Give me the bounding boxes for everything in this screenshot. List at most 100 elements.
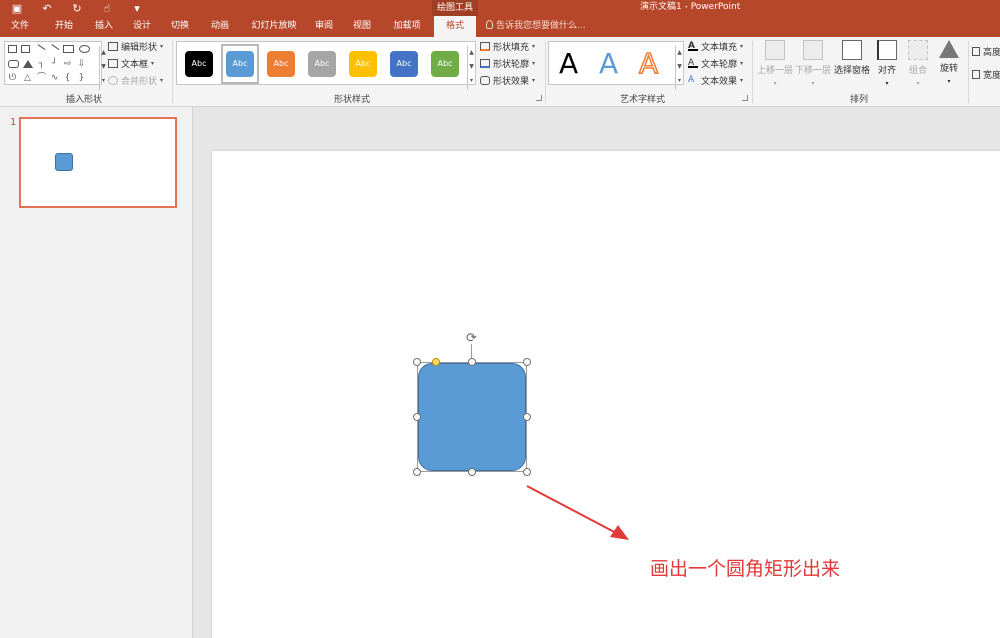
vertical-text-shape-icon[interactable] xyxy=(21,45,30,53)
height-field[interactable]: 高度 xyxy=(972,45,1000,58)
send-backward-button[interactable]: 下移一层 ▾ xyxy=(794,40,832,87)
undo-icon[interactable]: ↶ xyxy=(40,2,54,15)
style-swatch-black[interactable]: Abc xyxy=(185,51,213,77)
triangle-outline-shape-icon[interactable]: △ xyxy=(23,74,32,83)
shape-outline-button[interactable]: 形状轮廓 ▾ xyxy=(480,57,535,70)
redo-icon[interactable]: ↻ xyxy=(70,2,84,15)
gallery-expand-icon[interactable]: ▾ xyxy=(676,74,683,88)
text-fill-button[interactable]: A 文本填充 ▾ xyxy=(688,40,743,53)
selection-pane-button[interactable]: 选择窗格 xyxy=(833,40,871,76)
slide-thumbnail-1[interactable] xyxy=(19,117,177,208)
style-swatch-orange[interactable]: Abc xyxy=(267,51,295,77)
resize-handle-right[interactable] xyxy=(523,413,531,421)
style-swatch-gray[interactable]: Abc xyxy=(308,51,336,77)
text-outline-button[interactable]: A 文本轮廓 ▾ xyxy=(688,57,743,70)
edit-shape-button[interactable]: 编辑形状 ▾ xyxy=(108,40,163,53)
gallery-expand-icon[interactable]: ▾ xyxy=(468,74,475,88)
shape-styles-gallery[interactable]: Abc Abc Abc Abc Abc Abc Abc ▲ ▼ ▾ xyxy=(176,41,476,90)
line-shape-icon[interactable] xyxy=(33,44,46,56)
merge-shapes-icon xyxy=(108,76,118,85)
annotation-caption: 画出一个圆角矩形出来 xyxy=(650,558,841,580)
shapes-gallery-scroll[interactable]: ▲ ▼ ▾ xyxy=(99,46,107,90)
resize-handle-top-right[interactable] xyxy=(523,358,531,366)
align-icon xyxy=(877,40,897,60)
styles-gallery-scroll[interactable]: ▲ ▼ ▾ xyxy=(467,46,475,90)
text-box-button[interactable]: 文本框 ▾ xyxy=(108,57,154,70)
tab-animations[interactable]: 动画 xyxy=(202,16,238,37)
shape-styles-launcher-icon[interactable] xyxy=(536,95,542,101)
text-effects-icon: A xyxy=(688,75,695,85)
rotate-button[interactable]: 旋转 ▾ xyxy=(930,40,968,85)
scroll-up-icon[interactable]: ▲ xyxy=(676,46,683,60)
style-swatch-gold[interactable]: Abc xyxy=(349,51,377,77)
merge-shapes-button[interactable]: 合并形状 ▾ xyxy=(108,74,163,87)
shape-effects-button[interactable]: 形状效果 ▾ xyxy=(480,74,535,87)
style-swatch-darkblue[interactable]: Abc xyxy=(390,51,418,77)
tab-review[interactable]: 审阅 xyxy=(306,16,342,37)
resize-handle-bottom-left[interactable] xyxy=(413,468,421,476)
right-arrow-shape-icon[interactable]: ⇨ xyxy=(63,60,72,69)
title-bar: ▣ ↶ ↻ ☝ ▾ 绘图工具 演示文稿1 - PowerPoint xyxy=(0,0,1000,16)
scroll-up-icon[interactable]: ▲ xyxy=(100,46,107,60)
wordart-orange-outline[interactable]: A xyxy=(638,46,659,81)
tab-slideshow[interactable]: 幻灯片放映 xyxy=(244,16,304,37)
tab-design[interactable]: 设计 xyxy=(124,16,160,37)
right-brace-shape-icon[interactable]: } xyxy=(77,74,86,83)
group-icon xyxy=(908,40,928,60)
text-box-shape-icon[interactable] xyxy=(8,45,17,53)
left-brace-shape-icon[interactable]: { xyxy=(63,74,72,83)
style-swatch-green[interactable]: Abc xyxy=(431,51,459,77)
arrange-label: 排列 xyxy=(850,95,869,105)
resize-handle-top-left[interactable] xyxy=(413,358,421,366)
tab-home[interactable]: 开始 xyxy=(46,16,82,37)
rounded-rect-shape-icon[interactable] xyxy=(8,60,19,68)
shapes-gallery[interactable]: ┐ ┘ ⇨ ⇩ ᘎ △ ⌒ ∿ { } ▲ ▼ ▾ xyxy=(4,41,106,90)
width-field[interactable]: 宽度 xyxy=(972,68,1000,81)
tab-transitions[interactable]: 切换 xyxy=(162,16,198,37)
scroll-down-icon[interactable]: ▼ xyxy=(676,60,683,74)
slide-number: 1 xyxy=(10,117,17,128)
lightbulb-icon xyxy=(486,20,493,29)
rotate-handle-icon[interactable]: ⟳ xyxy=(464,331,479,346)
wordart-gallery[interactable]: A A A ▲ ▼ ▾ xyxy=(548,41,684,90)
rectangle-shape-icon[interactable] xyxy=(63,45,74,53)
elbow-connector-shape-icon[interactable]: ┐ xyxy=(37,60,46,69)
scroll-down-icon[interactable]: ▼ xyxy=(468,60,475,74)
customize-icon[interactable]: ▾ xyxy=(130,2,144,15)
arc-shape-icon[interactable]: ⌒ xyxy=(37,74,46,83)
curve-shape-icon[interactable]: ∿ xyxy=(50,74,59,83)
corner-radius-adjust-handle[interactable] xyxy=(432,358,440,366)
tell-me-search[interactable]: 告诉我您想要做什么... xyxy=(486,16,586,37)
style-swatch-blue[interactable]: Abc xyxy=(226,51,254,77)
text-effects-button[interactable]: A 文本效果 ▾ xyxy=(688,74,743,88)
touch-mode-icon[interactable]: ☝ xyxy=(100,2,114,15)
scroll-up-icon[interactable]: ▲ xyxy=(468,46,475,60)
gallery-expand-icon[interactable]: ▾ xyxy=(100,74,107,88)
bring-forward-button[interactable]: 上移一层 ▾ xyxy=(756,40,794,87)
tab-format[interactable]: 格式 xyxy=(434,16,476,37)
arrow-line-shape-icon[interactable] xyxy=(47,44,60,56)
tab-insert[interactable]: 插入 xyxy=(86,16,122,37)
scroll-down-icon[interactable]: ▼ xyxy=(100,60,107,74)
shape-fill-button[interactable]: 形状填充 ▾ xyxy=(480,40,535,53)
tab-file[interactable]: 文件 xyxy=(2,16,38,37)
wordart-gallery-scroll[interactable]: ▲ ▼ ▾ xyxy=(675,46,683,90)
tab-addins[interactable]: 加载项 xyxy=(384,16,430,37)
wordart-launcher-icon[interactable] xyxy=(742,95,748,101)
oval-shape-icon[interactable] xyxy=(79,45,90,53)
resize-handle-left[interactable] xyxy=(413,413,421,421)
wordart-blue[interactable]: A xyxy=(599,47,618,81)
resize-handle-bottom-right[interactable] xyxy=(523,468,531,476)
resize-handle-top[interactable] xyxy=(468,358,476,366)
resize-handle-bottom[interactable] xyxy=(468,468,476,476)
save-icon[interactable]: ▣ xyxy=(10,2,24,15)
tab-view[interactable]: 视图 xyxy=(344,16,380,37)
slide-canvas[interactable]: ⟳ 画出一个圆角矩形出来 xyxy=(212,151,1000,638)
rounded-rectangle-shape[interactable] xyxy=(418,363,526,471)
wordart-black[interactable]: A xyxy=(559,47,578,81)
triangle-shape-icon[interactable] xyxy=(23,60,33,68)
ribbon: ┐ ┘ ⇨ ⇩ ᘎ △ ⌒ ∿ { } ▲ ▼ ▾ 编辑形状 ▾ 文本框 ▾ 合并形… xyxy=(0,37,1000,107)
down-arrow-shape-icon[interactable]: ⇩ xyxy=(77,60,86,69)
freeform-shape-icon[interactable]: ᘎ xyxy=(8,74,17,83)
curved-connector-shape-icon[interactable]: ┘ xyxy=(50,60,59,69)
